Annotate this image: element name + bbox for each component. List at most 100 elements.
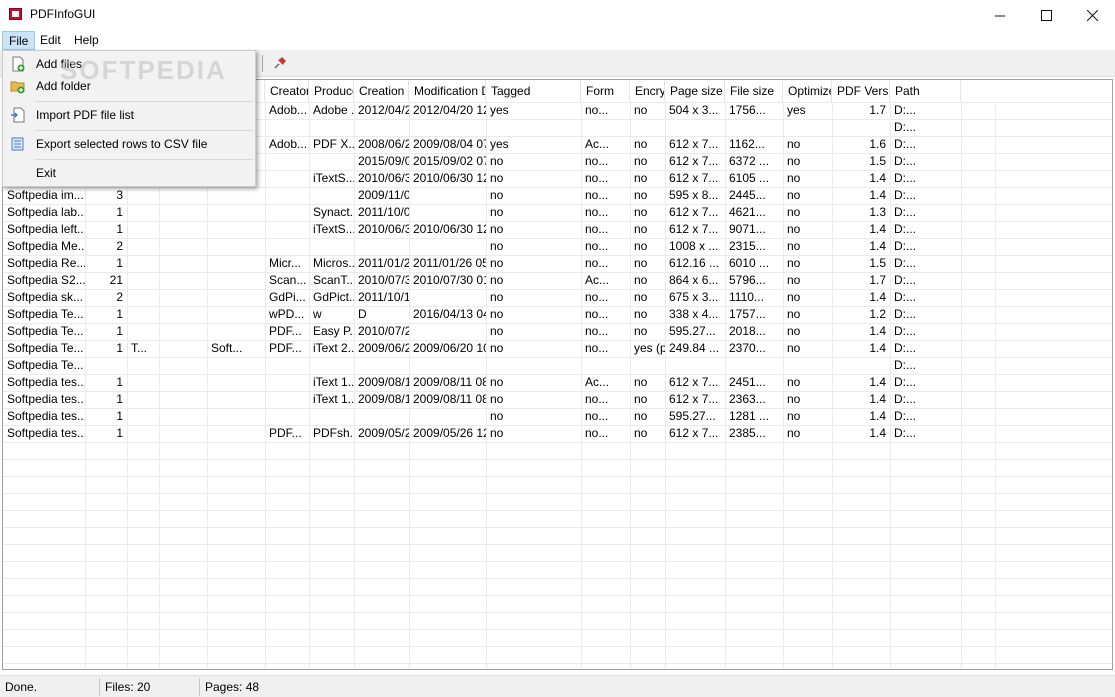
table-cell [265, 153, 309, 170]
table-cell [630, 357, 665, 374]
table-cell [159, 357, 207, 374]
table-cell: 2010/06/3... [358, 171, 409, 185]
import-list-label: Import PDF file list [36, 108, 135, 122]
table-cell: no [634, 273, 648, 287]
table-row[interactable]: Softpedia S2... 21 Scan... ScanT... 2010/07/… [3, 272, 1112, 289]
table-cell: 1 [116, 256, 123, 270]
pin-icon[interactable] [272, 55, 288, 71]
table-cell: 1.2 [869, 307, 886, 321]
table-cell: Softpedia Te... [7, 358, 84, 372]
column-header[interactable]: Page size [665, 80, 725, 102]
close-button[interactable] [1069, 0, 1115, 30]
table-cell [207, 255, 265, 272]
table-cell: 595 x 8... [669, 188, 719, 202]
table-cell [783, 357, 832, 374]
table-cell: D:... [894, 103, 917, 117]
table-cell [127, 357, 159, 374]
table-row[interactable]: Softpedia Re... 1 Micr... Micros... 2011/01/… [3, 255, 1112, 272]
table-row[interactable]: Softpedia Te... D:... [3, 357, 1112, 374]
menu-exit[interactable]: Exit [3, 162, 255, 184]
table-cell [127, 425, 159, 442]
table-cell: 2016/04/13 04... [413, 307, 486, 321]
column-header[interactable]: Optimized [783, 80, 832, 102]
table-row[interactable]: Softpedia left... 1 iTextS... 2010/06/3... 2… [3, 221, 1112, 238]
table-row[interactable]: Softpedia tes... 1 iText 1... 2009/08/1... 2… [3, 374, 1112, 391]
table-cell: 2445... [729, 188, 766, 202]
table-row[interactable]: Softpedia Te... 1 wPD... w D 2016/04/13 04...… [3, 306, 1112, 323]
column-header[interactable]: Creator [265, 80, 309, 102]
menu-export-csv[interactable]: Export selected rows to CSV file [3, 133, 255, 155]
table-cell: no [490, 154, 504, 168]
grid-row-line [3, 527, 1112, 528]
table-cell: no [490, 341, 504, 355]
table-cell [725, 119, 783, 136]
table-cell: D:... [894, 290, 917, 304]
table-cell: no [787, 137, 801, 151]
menu-import-list[interactable]: Import PDF file list [3, 104, 255, 126]
table-cell: 2009/06/20 10... [413, 341, 486, 355]
table-cell: no [490, 171, 504, 185]
table-cell: no [490, 205, 504, 219]
table-cell [207, 306, 265, 323]
menu-edit[interactable]: Edit [34, 31, 67, 50]
table-row[interactable]: Softpedia sk... 2 GdPi... GdPict... 2011/10/… [3, 289, 1112, 306]
table-cell: Micros... [313, 256, 354, 270]
grid-row-line [3, 510, 1112, 511]
table-cell: 1.4 [869, 409, 886, 423]
table-row[interactable]: Softpedia Te... 1 T... Soft... PDF... iText 2… [3, 340, 1112, 357]
table-cell: no [634, 307, 648, 321]
table-cell: 595.27... [669, 409, 716, 423]
table-cell: D:... [894, 358, 917, 372]
table-cell [265, 374, 309, 391]
table-cell: no [634, 103, 648, 117]
table-cell [207, 204, 265, 221]
table-row[interactable]: Softpedia lab... 1 Synact... 2011/10/0... no… [3, 204, 1112, 221]
table-cell: no... [585, 324, 609, 338]
column-header[interactable]: Encrypted [630, 80, 665, 102]
column-header[interactable]: Form [581, 80, 630, 102]
table-cell [159, 323, 207, 340]
table-row[interactable]: Softpedia im... 3 2009/11/0... no no... no 595… [3, 187, 1112, 204]
column-header[interactable]: Modification Date [409, 80, 486, 102]
column-header[interactable]: Producer [309, 80, 354, 102]
table-cell: 2008/06/2... [358, 137, 409, 151]
maximize-button[interactable] [1023, 0, 1069, 30]
table-cell: 1 [116, 375, 123, 389]
table-cell: no [787, 256, 801, 270]
table-cell: D:... [894, 222, 917, 236]
table-cell: 1 [116, 392, 123, 406]
table-row[interactable]: Softpedia Te... 1 PDF... Easy P... 2010/07/2… [3, 323, 1112, 340]
column-header[interactable]: PDF Version [832, 80, 890, 102]
table-cell [783, 119, 832, 136]
table-cell [127, 272, 159, 289]
table-cell: no [787, 239, 801, 253]
table-cell [159, 255, 207, 272]
table-cell: Micr... [269, 256, 301, 270]
table-cell: 5796... [729, 273, 766, 287]
table-cell [409, 238, 486, 255]
table-row[interactable]: Softpedia tes... 1 no no... no 595.27... 1281 … [3, 408, 1112, 425]
table-cell [127, 391, 159, 408]
column-header[interactable]: Creation Date [354, 80, 409, 102]
column-header[interactable]: File size [725, 80, 783, 102]
grid-row-line [3, 493, 1112, 494]
column-header[interactable]: Tagged [486, 80, 581, 102]
table-cell [486, 119, 581, 136]
table-cell: 2018... [729, 324, 766, 338]
table-cell [207, 374, 265, 391]
table-cell: Ac... [585, 375, 610, 389]
table-cell: 1.4 [869, 171, 886, 185]
column-header[interactable]: Path [890, 80, 961, 102]
table-row[interactable]: Softpedia tes... 1 iText 1... 2009/08/1... 2… [3, 391, 1112, 408]
table-cell [127, 221, 159, 238]
table-row[interactable]: Softpedia tes... 1 PDF... PDFsh... 2009/05/2… [3, 425, 1112, 442]
table-cell: Softpedia sk... [7, 290, 84, 304]
toolbar-separator [262, 55, 263, 72]
minimize-button[interactable] [977, 0, 1023, 30]
table-cell [159, 272, 207, 289]
add-files-icon [12, 56, 25, 72]
table-cell [127, 238, 159, 255]
table-row[interactable]: Softpedia Me... 2 no no... no 1008 x ... 2315.… [3, 238, 1112, 255]
menu-file[interactable]: File [2, 31, 36, 50]
menu-help[interactable]: Help [68, 31, 105, 50]
